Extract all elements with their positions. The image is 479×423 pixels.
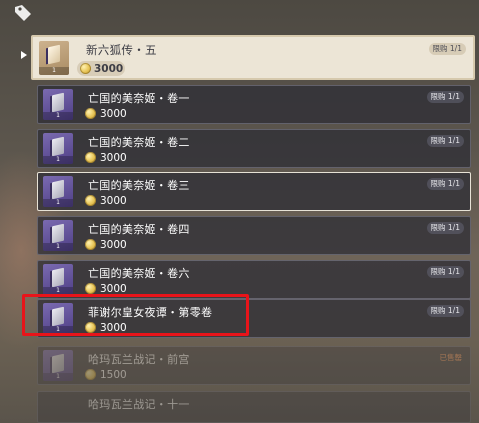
sold-out-label: 已售罄 (439, 353, 463, 362)
price-value: 3000 (94, 63, 124, 75)
price-value: 3000 (100, 195, 127, 207)
item-thumbnail: 1 (43, 89, 73, 120)
item-thumbnail: 1 (43, 133, 73, 164)
item-name: 哈玛瓦兰战记・前宫 (88, 353, 190, 366)
item-thumbnail: 1 (43, 350, 73, 381)
book-icon (52, 267, 64, 288)
item-thumbnail: 1 (43, 176, 73, 207)
price-value: 3000 (100, 152, 127, 164)
book-icon (52, 92, 64, 113)
shop-item[interactable]: 1 亡国的美奈姬・卷三 3000 限购 1/1 (37, 172, 471, 211)
shop-item-sold-out[interactable]: 1 哈玛瓦兰战记・前宫 1500 已售罄 (37, 346, 471, 385)
mora-coin-icon (85, 108, 96, 119)
book-icon (52, 136, 64, 157)
purchase-limit-badge: 限购 1/1 (426, 91, 464, 103)
red-highlight-box (22, 294, 249, 336)
item-quantity: 1 (43, 199, 73, 207)
purchase-limit-badge: 限购 1/1 (426, 266, 464, 278)
item-name: 亡国的美奈姬・卷一 (88, 92, 190, 105)
price-value: 3000 (100, 108, 127, 120)
item-quantity: 1 (43, 373, 73, 381)
book-icon (52, 223, 64, 244)
shop-item-partial[interactable]: 哈玛瓦兰战记・十一 (37, 391, 471, 423)
shop-item[interactable]: 1 亡国的美奈姬・卷一 3000 限购 1/1 (37, 85, 471, 124)
item-thumbnail: 1 (43, 264, 73, 295)
purchase-limit-badge: 限购 1/1 (426, 305, 464, 317)
book-icon (52, 179, 64, 200)
item-thumbnail: 1 (39, 41, 69, 75)
mora-coin-icon (85, 369, 96, 380)
selected-pointer-icon (21, 51, 27, 59)
item-quantity: 1 (43, 156, 73, 164)
mora-coin-icon (85, 239, 96, 250)
price-value: 1500 (100, 369, 127, 381)
purchase-limit-badge: 限购 1/1 (426, 135, 464, 147)
item-price: 3000 (77, 61, 125, 76)
item-name: 亡国的美奈姬・卷四 (88, 223, 190, 236)
shop-item[interactable]: 1 亡国的美奈姬・卷四 3000 限购 1/1 (37, 216, 471, 255)
mora-coin-icon (85, 152, 96, 163)
item-name: 亡国的美奈姬・卷三 (88, 179, 190, 192)
item-name: 哈玛瓦兰战记・十一 (88, 398, 190, 411)
purchase-limit-badge: 限购 1/1 (426, 222, 464, 234)
item-quantity: 1 (43, 112, 73, 120)
book-icon (52, 353, 64, 374)
mora-coin-icon (85, 195, 96, 206)
mora-coin-icon (85, 283, 96, 294)
shop-item[interactable]: 1 亡国的美奈姬・卷二 3000 限购 1/1 (37, 129, 471, 168)
item-thumbnail: 1 (43, 220, 73, 251)
purchase-limit-badge: 限购 1/1 (428, 43, 466, 55)
item-name: 新六狐传・五 (86, 43, 157, 57)
item-quantity: 1 (43, 243, 73, 251)
item-name: 亡国的美奈姬・卷二 (88, 136, 190, 149)
item-quantity: 1 (39, 67, 69, 75)
purchase-limit-badge: 限购 1/1 (426, 178, 464, 190)
mora-coin-icon (80, 63, 91, 74)
book-icon (48, 44, 60, 65)
tag-icon[interactable] (12, 2, 34, 24)
shop-item-selected[interactable]: 1 新六狐传・五 3000 限购 1/1 (31, 35, 475, 80)
item-name: 亡国的美奈姬・卷六 (88, 267, 190, 280)
price-value: 3000 (100, 239, 127, 251)
